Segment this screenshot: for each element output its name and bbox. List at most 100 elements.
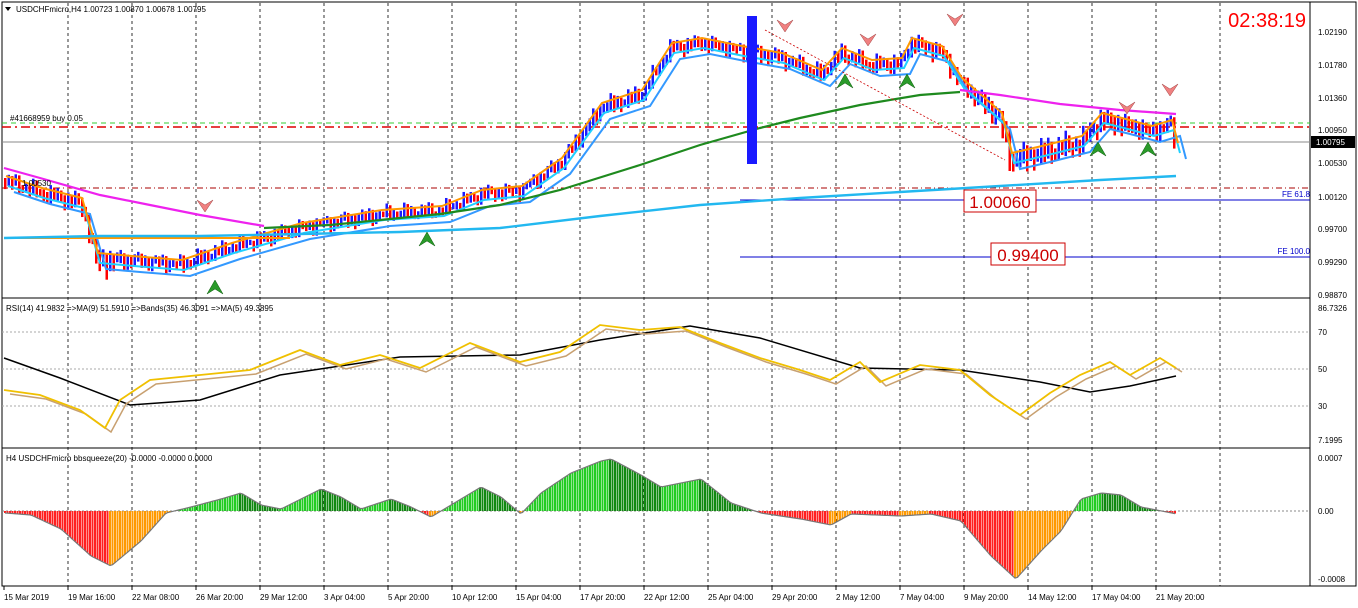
bear-candle — [725, 43, 728, 57]
hist-bar-positive — [381, 501, 384, 511]
hist-bar-negative — [61, 511, 64, 531]
hist-bar-negative — [999, 511, 1001, 565]
rsi-tick: 70 — [1318, 328, 1327, 337]
rsi-tick: 50 — [1318, 365, 1327, 374]
time-tick: 10 Apr 12:00 — [452, 593, 498, 602]
hist-bar-positive — [659, 486, 661, 511]
bear-candle — [270, 234, 273, 247]
hist-bar-negative — [74, 511, 76, 542]
bull-candle — [1106, 109, 1109, 125]
hist-bar-negative — [889, 511, 891, 516]
hist-bar-negative — [971, 511, 974, 535]
hist-bar-negative — [806, 511, 809, 521]
hist-bar-negative — [1061, 511, 1064, 529]
hist-bar-positive — [259, 504, 261, 511]
hist-bar-positive — [564, 477, 566, 511]
hist-bar-positive — [544, 490, 546, 511]
chart-window[interactable]: USDCHFmicro,H4 1.00723 1.00870 1.00678 1… — [0, 0, 1358, 608]
hist-bar-positive — [574, 471, 576, 511]
hist-bar-positive — [726, 500, 729, 511]
hist-bar-positive — [639, 474, 641, 511]
hist-bar-negative — [149, 511, 151, 531]
hist-bar-negative — [44, 511, 46, 522]
hist-bar-negative — [114, 511, 116, 563]
bear-candle — [406, 204, 409, 219]
hist-bar-negative — [94, 511, 96, 558]
hist-bar-positive — [401, 503, 404, 511]
bull-candle — [403, 202, 406, 218]
hist-bar-negative — [1009, 511, 1011, 574]
rsi-tick: 30 — [1318, 402, 1327, 411]
hist-bar-negative — [996, 511, 999, 562]
hist-bar-positive — [566, 475, 569, 511]
price-tick: 0.99290 — [1318, 258, 1347, 267]
hist-bar-negative — [1014, 511, 1016, 579]
hist-bar-positive — [489, 491, 491, 511]
hist-bar-positive — [469, 493, 471, 511]
hist-bar-positive — [684, 482, 686, 511]
hist-bar-positive — [719, 494, 721, 511]
hist-bar-negative — [814, 511, 816, 522]
hist-bar-positive — [709, 486, 711, 511]
hist-bar-positive — [296, 500, 299, 511]
bull-candle — [249, 239, 252, 246]
bear-candle — [1061, 141, 1064, 155]
hist-bar-negative — [1004, 511, 1006, 569]
bear-candle — [4, 178, 7, 190]
hist-bar-positive — [459, 499, 461, 511]
hist-bar-positive — [491, 492, 494, 511]
hist-bar-negative — [1059, 511, 1061, 532]
hist-bar-positive — [374, 504, 376, 511]
hist-bar-negative — [134, 511, 136, 546]
hist-bar-positive — [559, 480, 561, 511]
bear-candle — [1162, 124, 1165, 133]
hist-bar-positive — [474, 490, 476, 511]
hist-bar-negative — [1019, 511, 1021, 575]
hist-bar-positive — [681, 482, 684, 511]
bull-candle — [840, 43, 843, 61]
hist-bar-positive — [1099, 493, 1101, 511]
hist-bar-negative — [981, 511, 984, 547]
hist-bar-positive — [211, 501, 214, 511]
hist-bar-positive — [344, 499, 346, 511]
bull-candle — [161, 254, 164, 266]
hist-bar-positive — [251, 499, 254, 511]
bull-candle — [186, 258, 189, 270]
bull-candle — [1064, 130, 1067, 157]
hist-bar-positive — [686, 481, 689, 511]
bear-candle — [46, 191, 49, 203]
hist-bar-negative — [1026, 511, 1029, 567]
hist-bar-positive — [454, 502, 456, 511]
price-tick: 1.00120 — [1318, 193, 1347, 202]
hist-bar-positive — [504, 500, 506, 511]
hist-bar-positive — [601, 460, 604, 511]
bear-candle — [448, 199, 451, 213]
bear-candle — [707, 39, 710, 54]
hist-bar-negative — [59, 511, 61, 529]
hist-bar-negative — [1001, 511, 1004, 567]
hist-bar-negative — [791, 511, 794, 518]
price-tick: 1.01780 — [1318, 61, 1347, 70]
hist-bar-negative — [1011, 511, 1014, 576]
hist-bar-negative — [1039, 511, 1041, 553]
hist-bar-positive — [456, 501, 459, 511]
bear-candle — [494, 189, 497, 202]
bull-candle — [56, 188, 59, 201]
hist-bar-positive — [256, 502, 259, 511]
hist-bar-negative — [116, 511, 119, 561]
bear-candle — [382, 211, 385, 218]
hist-bar-negative — [89, 511, 91, 556]
hist-bar-positive — [689, 481, 691, 511]
hist-bar-negative — [39, 511, 41, 520]
hist-bar-positive — [484, 489, 486, 511]
hist-bar-positive — [734, 504, 736, 511]
bear-candle — [1155, 124, 1158, 143]
hist-bar-positive — [376, 503, 379, 511]
hist-bar-negative — [989, 511, 991, 555]
time-tick: 2 May 12:00 — [836, 593, 881, 602]
hist-bar-positive — [394, 500, 396, 511]
hist-bar-negative — [79, 511, 81, 547]
hist-bar-negative — [979, 511, 981, 544]
hist-bar-positive — [536, 496, 539, 511]
hist-bar-positive — [656, 484, 659, 511]
